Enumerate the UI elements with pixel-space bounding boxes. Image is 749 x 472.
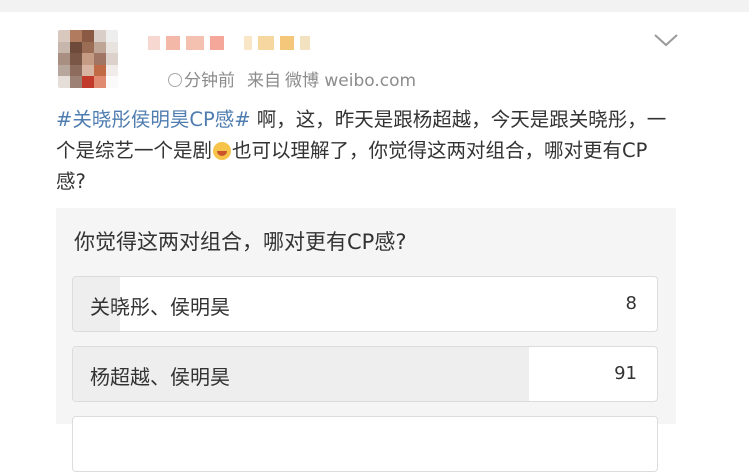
laugh-cry-emoji-icon: [213, 142, 232, 160]
poll-option-count: 91: [614, 363, 637, 384]
post-source[interactable]: 微博 weibo.com: [285, 71, 416, 91]
poll-option-count: 8: [625, 293, 637, 314]
source-prefix: 来自: [247, 71, 281, 91]
clock-icon: [168, 73, 182, 87]
post-time: 分钟前: [184, 71, 235, 91]
poll-question: 你觉得这两对组合，哪对更有CP感?: [74, 230, 407, 254]
poll-option-partial[interactable]: [72, 416, 658, 472]
poll-option[interactable]: 杨超越、侯明昊 91: [72, 346, 658, 402]
post-body: #关晓彤侯明昊CP感# 啊，这，昨天是跟杨超越，今天是跟关晓彤，一个是综艺一个是…: [56, 104, 676, 197]
avatar[interactable]: [58, 30, 118, 88]
post-meta: 分钟前 来自 微博 weibo.com: [168, 66, 428, 91]
poll-option-label: 关晓彤、侯明昊: [90, 295, 230, 319]
hashtag-link[interactable]: #关晓彤侯明昊CP感#: [56, 108, 251, 131]
top-divider: [0, 0, 749, 12]
username-blurred[interactable]: [148, 32, 310, 54]
chevron-down-icon[interactable]: [652, 30, 680, 50]
poll-option-label: 杨超越、侯明昊: [90, 365, 230, 389]
poll-option[interactable]: 关晓彤、侯明昊 8: [72, 276, 658, 332]
